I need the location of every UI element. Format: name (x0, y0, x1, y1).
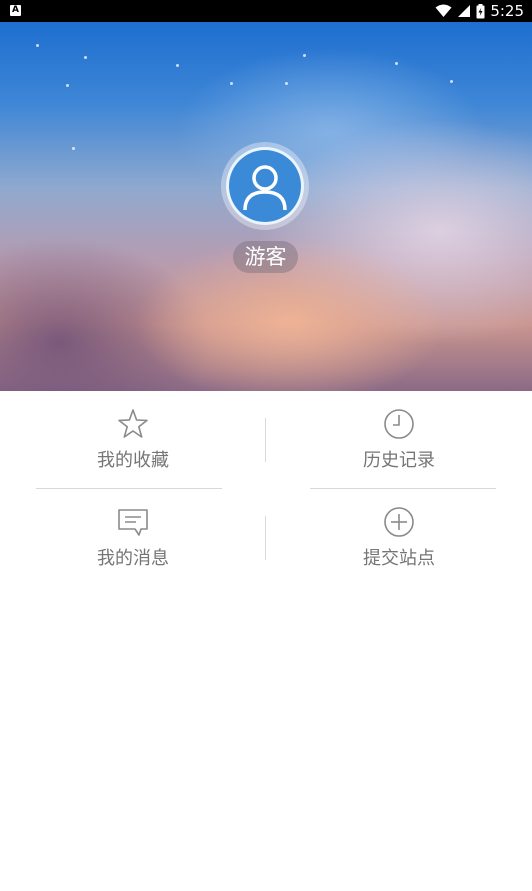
clock-icon (384, 409, 414, 439)
plus-circle-icon (384, 507, 414, 537)
decorative-star (72, 147, 75, 150)
message-icon (118, 509, 148, 536)
menu-item-label: 我的收藏 (97, 450, 169, 471)
profile-header: 游客 (0, 22, 532, 391)
horizontal-divider (36, 488, 222, 489)
decorative-star (36, 44, 39, 47)
battery-icon (476, 3, 485, 18)
avatar[interactable] (226, 147, 304, 225)
decorative-star (285, 82, 288, 85)
menu-item-label: 历史记录 (363, 450, 435, 471)
menu-item-label: 提交站点 (363, 548, 435, 569)
username-label[interactable]: 游客 (233, 241, 298, 273)
wifi-icon (435, 4, 452, 17)
decorative-star (303, 54, 306, 57)
menu-item-favorites[interactable]: 我的收藏 (0, 391, 266, 489)
clock-time: 5:25 (490, 2, 524, 20)
status-bar: A 5:25 (0, 0, 532, 22)
vertical-divider (265, 516, 266, 560)
horizontal-divider (310, 488, 496, 489)
decorative-star (230, 82, 233, 85)
vertical-divider (265, 418, 266, 462)
menu-item-submit-site[interactable]: 提交站点 (266, 489, 532, 587)
decorative-star (66, 84, 69, 87)
decorative-star (395, 62, 398, 65)
signal-icon (458, 5, 471, 17)
user-icon (243, 165, 287, 211)
decorative-star (176, 64, 179, 67)
menu-item-history[interactable]: 历史记录 (266, 391, 532, 489)
decorative-star (84, 56, 87, 59)
notification-icon: A (10, 5, 21, 16)
menu-item-label: 我的消息 (97, 548, 169, 569)
decorative-star (450, 80, 453, 83)
star-icon (118, 409, 148, 438)
menu-item-messages[interactable]: 我的消息 (0, 489, 266, 587)
